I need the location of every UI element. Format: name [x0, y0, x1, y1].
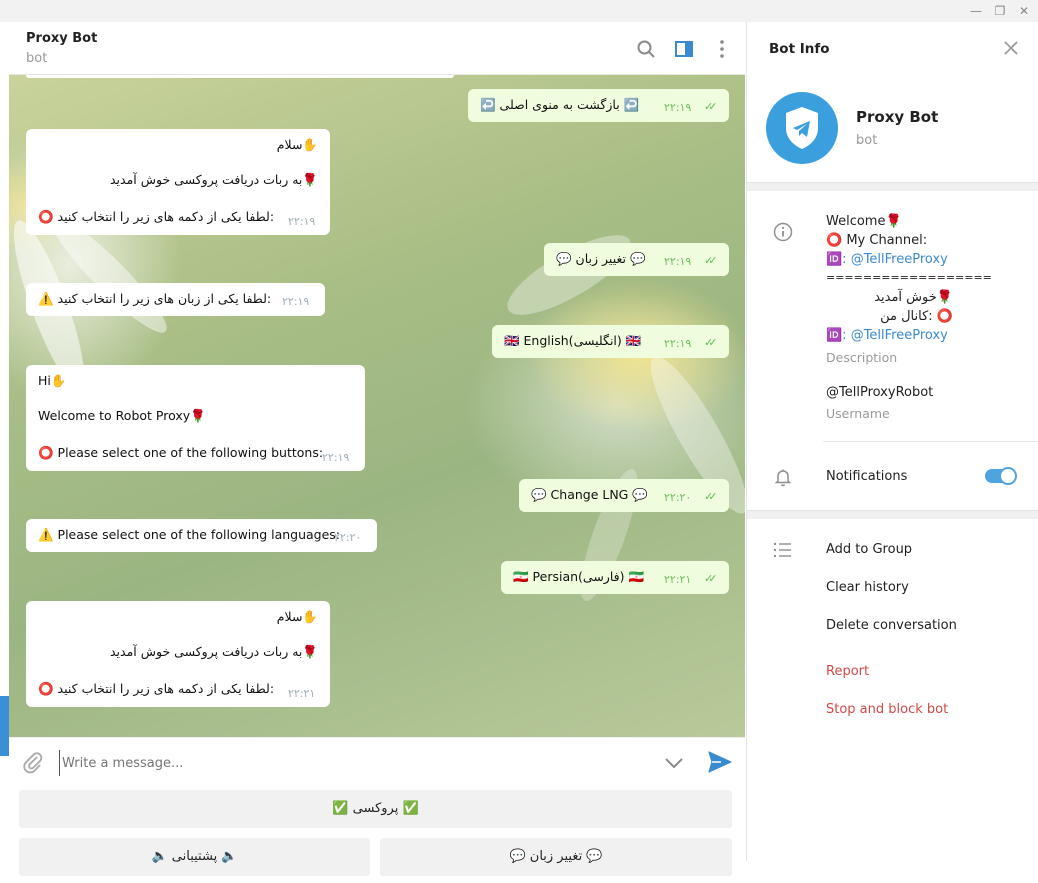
message-bubble-partial — [26, 75, 454, 78]
chat-list-edge — [0, 696, 9, 756]
read-ticks-icon: ✓✓ — [704, 572, 718, 585]
bot-keyboard: ✅ پروکسی ✅ 🔈 پشتیبانی 🔈 💬 تغییر زبان 💬 — [9, 785, 745, 883]
message-bubble-out[interactable]: 💬 تغییر زبان 💬 ۲۲:۱۹ ✓✓ — [544, 243, 729, 276]
divider — [823, 441, 1038, 442]
stop-block-bot-button[interactable]: Stop and block bot — [826, 702, 948, 717]
bot-status: bot — [856, 133, 878, 148]
message-time: ۲۲:۱۹ — [282, 295, 310, 308]
message-bubble-out[interactable]: 🇮🇷 Persian(فارسی) 🇮🇷 ۲۲:۲۱ ✓✓ — [501, 561, 729, 594]
username[interactable]: @TellProxyRobot — [826, 385, 933, 400]
message-text: 💬 Change LNG 💬 — [531, 487, 648, 502]
report-button[interactable]: Report — [826, 664, 869, 679]
divider — [747, 510, 1038, 519]
composer — [9, 737, 745, 786]
description-line: ================== — [826, 271, 992, 284]
message-text: Welcome to Robot Proxy🌹 — [38, 408, 206, 423]
keyboard-button-support[interactable]: 🔈 پشتیبانی 🔈 — [19, 838, 370, 876]
send-icon[interactable] — [707, 749, 733, 775]
description-line: ⭕ My Channel: — [826, 233, 928, 248]
message-text: به ربات دریافت پروکسی خوش آمدید🌹 — [109, 172, 318, 187]
channel-link[interactable]: 🆔: @TellFreeProxy — [826, 252, 948, 267]
keyboard-button-proxy[interactable]: ✅ پروکسی ✅ — [19, 790, 732, 828]
maximize-icon[interactable]: ❐ — [992, 3, 1008, 19]
message-bubble-in[interactable]: ⚠️ لطفا یکی از زبان های زیر را انتخاب کن… — [26, 283, 325, 316]
read-ticks-icon: ✓✓ — [704, 100, 718, 113]
delete-conversation-button[interactable]: Delete conversation — [826, 618, 957, 633]
message-time: ۲۲:۲۰ — [334, 531, 362, 544]
description-label: Description — [826, 350, 898, 365]
message-bubble-out[interactable]: ↩️ بازگشت به منوی اصلی ↩️ ۲۲:۱۹ ✓✓ — [468, 89, 729, 122]
message-text: سلام✋ — [276, 137, 318, 152]
message-text: Hi✋ — [38, 373, 67, 388]
message-text: 💬 تغییر زبان 💬 — [556, 251, 646, 266]
notifications-label: Notifications — [826, 469, 908, 484]
chat-title[interactable]: Proxy Bot — [26, 31, 97, 46]
description-line: Welcome🌹 — [826, 214, 902, 229]
toggle-knob — [999, 467, 1017, 485]
close-window-icon[interactable]: ✕ — [1016, 3, 1032, 19]
message-text: 🇮🇷 Persian(فارسی) 🇮🇷 — [513, 569, 645, 584]
message-time: ۲۲:۱۹ — [664, 101, 692, 114]
read-ticks-icon: ✓✓ — [704, 254, 718, 267]
add-to-group-button[interactable]: Add to Group — [826, 542, 912, 557]
notifications-toggle[interactable] — [985, 467, 1017, 485]
message-text: سلام✋ — [276, 609, 318, 624]
message-time: ۲۲:۲۱ — [664, 573, 692, 586]
info-icon — [773, 222, 793, 242]
window-titlebar: — ❐ ✕ — [0, 0, 1038, 22]
message-bubble-out[interactable]: 🇬🇧 English(انگلیسی) 🇬🇧 ۲۲:۱۹ ✓✓ — [492, 325, 729, 358]
read-ticks-icon: ✓✓ — [704, 336, 718, 349]
minimize-icon[interactable]: — — [968, 3, 984, 19]
message-bubble-in[interactable]: سلام✋ به ربات دریافت پروکسی خوش آمدید🌹 ⭕… — [26, 129, 330, 235]
message-input[interactable] — [59, 750, 604, 776]
message-text: ⚠️ Please select one of the following la… — [38, 527, 341, 542]
chat-pane: Proxy Bot bot ↩️ بازگشت به منوی اصلی ↩️ … — [9, 22, 745, 883]
username-label: Username — [826, 406, 890, 421]
divider — [747, 182, 1038, 191]
bell-icon — [774, 469, 792, 487]
chevron-down-icon[interactable] — [663, 752, 685, 774]
message-time: ۲۲:۲۰ — [664, 491, 692, 504]
message-text: به ربات دریافت پروکسی خوش آمدید🌹 — [109, 644, 318, 659]
close-icon[interactable] — [1003, 40, 1019, 56]
message-text: 🇬🇧 English(انگلیسی) 🇬🇧 — [504, 333, 642, 348]
description-line: خوش آمدید🌹 — [874, 290, 953, 305]
message-time: ۲۲:۱۹ — [322, 451, 350, 464]
bot-info-panel: Bot Info Proxy Bot bot Welcome🌹 ⭕ My Cha… — [746, 22, 1038, 861]
attach-icon[interactable] — [21, 750, 45, 774]
message-time: ۲۲:۲۱ — [288, 687, 316, 700]
search-icon[interactable] — [635, 38, 657, 60]
message-bubble-in[interactable]: سلام✋ به ربات دریافت پروکسی خوش آمدید🌹 ⭕… — [26, 601, 330, 707]
message-text: ↩️ بازگشت به منوی اصلی ↩️ — [480, 97, 640, 112]
keyboard-button-language[interactable]: 💬 تغییر زبان 💬 — [380, 838, 732, 876]
message-bubble-in[interactable]: ⚠️ Please select one of the following la… — [26, 519, 377, 552]
list-icon — [773, 542, 791, 558]
sidebar-toggle-icon[interactable] — [673, 38, 695, 60]
message-bubble-in[interactable]: Hi✋ Welcome to Robot Proxy🌹 ⭕ Please sel… — [26, 365, 365, 471]
chat-status: bot — [26, 51, 48, 66]
message-list[interactable]: ↩️ بازگشت به منوی اصلی ↩️ ۲۲:۱۹ ✓✓ سلام✋… — [9, 75, 745, 737]
message-time: ۲۲:۱۹ — [664, 337, 692, 350]
channel-link[interactable]: 🆔: @TellFreeProxy — [826, 328, 948, 343]
read-ticks-icon: ✓✓ — [704, 490, 718, 503]
bot-name: Proxy Bot — [856, 108, 939, 126]
panel-title: Bot Info — [769, 41, 830, 57]
description-line: کانال من: ⭕ — [880, 309, 953, 324]
chat-header: Proxy Bot bot — [9, 22, 745, 75]
message-text: ⭕ لطفا یکی از دکمه های زیر را انتخاب کنی… — [38, 209, 275, 224]
message-text: ⭕ لطفا یکی از دکمه های زیر را انتخاب کنی… — [38, 681, 275, 696]
message-time: ۲۲:۱۹ — [664, 255, 692, 268]
avatar[interactable] — [766, 92, 838, 164]
message-time: ۲۲:۱۹ — [288, 215, 316, 228]
message-text: ⚠️ لطفا یکی از زبان های زیر را انتخاب کن… — [38, 291, 272, 306]
message-text: ⭕ Please select one of the following but… — [38, 445, 324, 460]
more-menu-icon[interactable] — [711, 38, 733, 60]
message-bubble-out[interactable]: 💬 Change LNG 💬 ۲۲:۲۰ ✓✓ — [519, 479, 729, 512]
clear-history-button[interactable]: Clear history — [826, 580, 909, 595]
